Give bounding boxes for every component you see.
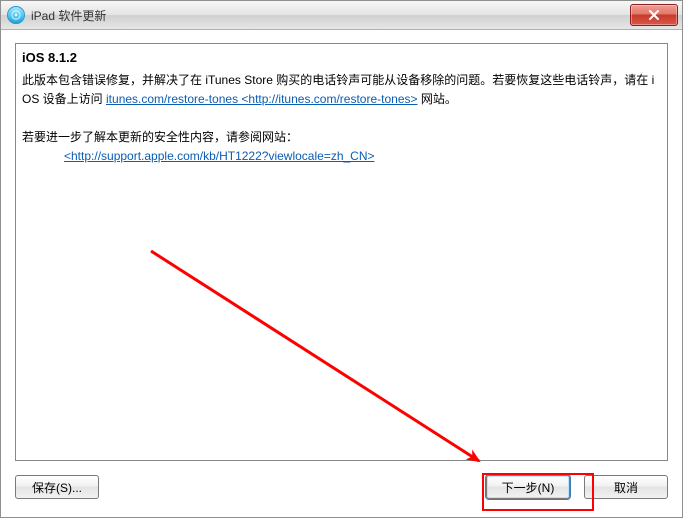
cancel-button[interactable]: 取消 (584, 475, 668, 499)
release-text-2: 若要进一步了解本更新的安全性内容，请参阅网站： <http://support.… (22, 128, 661, 165)
security-link[interactable]: <http://support.apple.com/kb/HT1222?view… (64, 149, 375, 163)
itunes-icon (7, 6, 25, 24)
text-segment: 网站。 (421, 92, 457, 106)
next-button[interactable]: 下一步(N) (486, 475, 570, 499)
content-area: iOS 8.1.2 此版本包含错误修复，并解决了在 iTunes Store 购… (15, 43, 668, 461)
button-bar: 保存(S)... 下一步(N) 取消 (15, 475, 668, 503)
window-title: iPad 软件更新 (31, 7, 106, 24)
titlebar: iPad 软件更新 (1, 1, 682, 30)
save-button[interactable]: 保存(S)... (15, 475, 99, 499)
release-heading: iOS 8.1.2 (22, 50, 661, 65)
close-icon (648, 10, 660, 20)
restore-tones-link[interactable]: itunes.com/restore-tones <http://itunes.… (106, 92, 417, 106)
text-segment: 若要进一步了解本更新的安全性内容，请参阅网站： (22, 130, 298, 144)
dialog-window: iPad 软件更新 iOS 8.1.2 此版本包含错误修复，并解决了在 iTun… (0, 0, 683, 518)
release-text-1: 此版本包含错误修复，并解决了在 iTunes Store 购买的电话铃声可能从设… (22, 71, 661, 108)
close-button[interactable] (630, 4, 678, 26)
